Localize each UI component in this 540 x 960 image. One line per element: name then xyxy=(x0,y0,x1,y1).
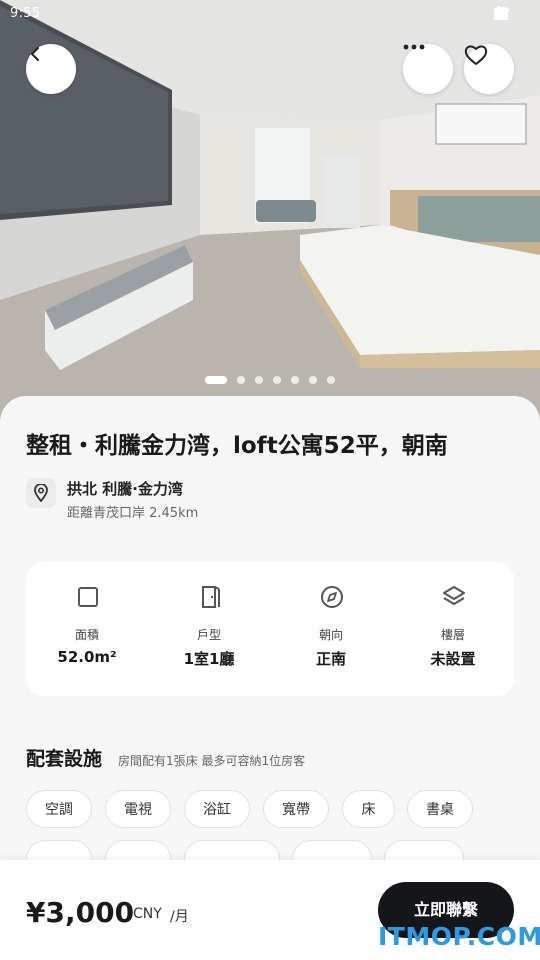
page-dot[interactable] xyxy=(309,376,317,384)
spec-value: 1室1廳 xyxy=(183,650,235,668)
facilities-title: 配套設施 xyxy=(26,748,103,770)
door-icon xyxy=(202,586,220,608)
more-icon xyxy=(403,44,425,50)
location-name[interactable]: 拱北 利騰·金力湾 xyxy=(67,478,183,499)
spec-value: 正南 xyxy=(315,650,346,668)
spec-label: 朝向 xyxy=(318,628,343,642)
spec-label: 戶型 xyxy=(196,628,221,642)
page-dot[interactable] xyxy=(205,376,227,384)
room-photo xyxy=(0,0,540,420)
page-dot[interactable] xyxy=(291,376,299,384)
page-dot[interactable] xyxy=(327,376,335,384)
facility-chip[interactable]: 寬帶 xyxy=(263,790,329,828)
page-dot[interactable] xyxy=(237,376,245,384)
price: ¥3,000 xyxy=(26,896,135,929)
facility-chip[interactable]: 床 xyxy=(342,790,395,828)
spec-floor: 樓層 未設置 xyxy=(403,562,503,696)
spec-label: 樓層 xyxy=(440,628,465,642)
spec-value: 未設置 xyxy=(430,650,476,668)
spec-value: 52.0m² xyxy=(57,648,117,666)
layers-icon xyxy=(443,586,465,605)
facility-chip[interactable]: 空調 xyxy=(26,790,92,828)
listing-title: 整租・利騰金力湾，loft公寓52平，朝南 xyxy=(26,433,448,459)
spec-orientation: 朝向 正南 xyxy=(281,562,381,696)
location-pin-icon xyxy=(26,478,56,508)
square-icon xyxy=(78,587,98,607)
bottom-bar: ¥3,000 CNY /月 立即聯繫 ITMOP.COM xyxy=(0,860,540,960)
favorite-button[interactable] xyxy=(464,44,514,94)
watermark: ITMOP.COM xyxy=(378,922,540,951)
heart-icon xyxy=(464,45,488,65)
spec-label: 面積 xyxy=(74,628,99,642)
location-distance: 距離青茂口岸 2.45km xyxy=(67,506,199,521)
specs-card: 面積 52.0m² 戶型 1室1廳 朝向 正南 樓層 未設置 xyxy=(26,562,514,696)
page-dot[interactable] xyxy=(273,376,281,384)
chevron-left-icon xyxy=(31,47,39,61)
facilities-note: 房間配有1張床 最多可容納1位房客 xyxy=(118,754,306,768)
status-time: 9:55 xyxy=(10,6,41,21)
price-period: /月 xyxy=(170,909,189,925)
currency: CNY xyxy=(133,906,162,922)
facility-chip[interactable]: 書桌 xyxy=(407,790,473,828)
page-dot[interactable] xyxy=(255,376,263,384)
spec-area: 面積 52.0m² xyxy=(37,562,137,696)
compass-icon xyxy=(321,586,343,608)
facility-chip[interactable]: 電視 xyxy=(105,790,171,828)
facility-chip[interactable]: 浴缸 xyxy=(184,790,250,828)
gallery-pagination xyxy=(205,376,335,384)
more-options-button[interactable] xyxy=(403,44,453,94)
spec-layout: 戶型 1室1廳 xyxy=(159,562,259,696)
back-button[interactable] xyxy=(26,44,76,94)
listing-photo-gallery[interactable]: 9:55 xyxy=(0,0,540,420)
